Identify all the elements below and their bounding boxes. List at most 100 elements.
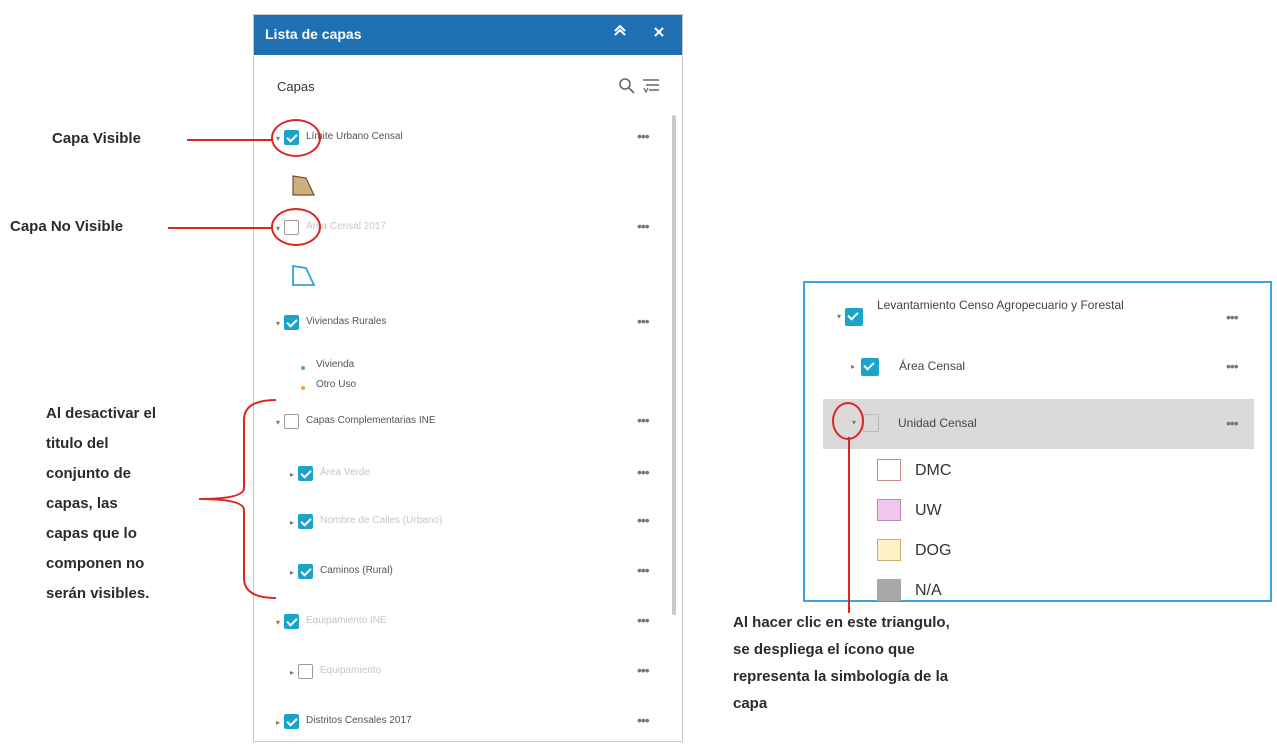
layer-label: Capas Complementarias INE bbox=[306, 415, 436, 426]
more-options-button[interactable]: ••• bbox=[637, 712, 650, 728]
more-options-button[interactable]: ••• bbox=[637, 612, 650, 628]
note-line: conjunto de bbox=[46, 465, 131, 482]
more-options-button[interactable]: ••• bbox=[1226, 358, 1239, 374]
symbol-label: N/A bbox=[915, 582, 942, 599]
chevron-up-icon[interactable] bbox=[611, 24, 629, 43]
annotation-line bbox=[187, 139, 272, 141]
symbol-swatch bbox=[877, 579, 901, 601]
caret-down-icon[interactable]: ▾ bbox=[834, 311, 844, 323]
layer-checkbox[interactable] bbox=[845, 308, 863, 326]
symbol-label: DOG bbox=[915, 542, 952, 559]
note-line: representa la simbología de la bbox=[733, 668, 949, 685]
filter-list-icon[interactable] bbox=[642, 77, 660, 95]
more-options-button[interactable]: ••• bbox=[637, 218, 650, 234]
layer-label: Área Verde bbox=[320, 467, 371, 478]
layers-subheader: Capas bbox=[277, 79, 315, 94]
annotation-circle bbox=[271, 208, 321, 246]
caret-right-icon[interactable]: ▸ bbox=[273, 717, 283, 729]
symbol-label: UW bbox=[915, 502, 942, 519]
note-line: Al desactivar el bbox=[46, 405, 157, 422]
note-line: componen no bbox=[46, 555, 145, 572]
symbol-swatch bbox=[877, 499, 901, 521]
caret-right-icon[interactable]: ▸ bbox=[287, 469, 297, 481]
layer-label: Caminos (Rural) bbox=[320, 565, 393, 576]
layer-row-caminos[interactable]: ▸ Caminos (Rural) ••• bbox=[254, 562, 674, 586]
annotation-brace bbox=[198, 399, 277, 599]
annotation-circle bbox=[271, 119, 321, 157]
symbol-swatch bbox=[877, 539, 901, 561]
layer-label: Unidad Censal bbox=[898, 416, 977, 430]
legend-label: Otro Uso bbox=[316, 379, 357, 390]
layer-row-capas-complementarias[interactable]: ▾ Capas Complementarias INE ••• bbox=[254, 412, 674, 436]
layer-checkbox[interactable] bbox=[298, 564, 313, 579]
layer-list-panel: Lista de capas Capas ▾ Límite Urbano Cen… bbox=[253, 14, 683, 742]
more-options-button[interactable]: ••• bbox=[637, 412, 650, 428]
caret-down-icon[interactable]: ▾ bbox=[273, 617, 283, 629]
legend-label: Vivienda bbox=[316, 359, 355, 370]
annotation-line bbox=[848, 437, 850, 613]
layer-row-equipamiento-ine[interactable]: ▾ Equipamiento INE ••• bbox=[254, 612, 674, 636]
layer-checkbox[interactable] bbox=[863, 414, 879, 432]
layer-row-area-verde[interactable]: ▸ Área Verde ••• bbox=[254, 464, 674, 488]
caret-right-icon[interactable]: ▸ bbox=[287, 517, 297, 529]
panel-header: Lista de capas bbox=[254, 15, 682, 55]
annotation-line bbox=[168, 227, 272, 229]
symbol-swatch bbox=[877, 459, 901, 481]
green-dot-icon bbox=[301, 366, 305, 370]
caret-down-icon[interactable]: ▾ bbox=[273, 318, 283, 330]
more-options-button[interactable]: ••• bbox=[637, 464, 650, 480]
layer-checkbox[interactable] bbox=[284, 714, 299, 729]
more-options-button[interactable]: ••• bbox=[1226, 309, 1239, 325]
layer-label: Equipamiento bbox=[320, 665, 382, 676]
layer-checkbox[interactable] bbox=[284, 614, 299, 629]
polygon-outline-symbol-icon bbox=[290, 263, 316, 294]
more-options-button[interactable]: ••• bbox=[637, 562, 650, 578]
annotation-capa-no-visible: Capa No Visible bbox=[10, 218, 124, 235]
note-line: titulo del bbox=[46, 435, 109, 452]
annotation-triangle-note: Al hacer clic en este triangulo, se desp… bbox=[733, 609, 1053, 717]
note-line: Al hacer clic en este triangulo, bbox=[733, 614, 950, 631]
layer-checkbox[interactable] bbox=[284, 315, 299, 330]
layer-checkbox[interactable] bbox=[298, 466, 313, 481]
symbol-label: DMC bbox=[915, 462, 952, 479]
orange-dot-icon bbox=[301, 386, 305, 390]
layer-row-viviendas-rurales[interactable]: ▾ Viviendas Rurales ••• bbox=[254, 313, 674, 337]
inset-row-area-censal[interactable]: ▸ Área Censal ••• bbox=[805, 355, 1270, 381]
layer-checkbox[interactable] bbox=[861, 358, 879, 376]
layer-checkbox[interactable] bbox=[284, 414, 299, 429]
layer-label: Equipamiento INE bbox=[306, 615, 387, 626]
polygon-symbol-icon bbox=[290, 173, 316, 204]
search-icon[interactable] bbox=[618, 77, 636, 95]
note-line: capas, las bbox=[46, 495, 118, 512]
layer-label: Nombre de Calles (Urbano) bbox=[320, 515, 443, 526]
panel-title: Lista de capas bbox=[265, 26, 362, 42]
more-options-button[interactable]: ••• bbox=[1226, 415, 1239, 431]
caret-right-icon[interactable]: ▸ bbox=[287, 667, 297, 679]
annotation-group-note: Al desactivar el titulo del conjunto de … bbox=[46, 399, 221, 609]
more-options-button[interactable]: ••• bbox=[637, 128, 650, 144]
caret-right-icon[interactable]: ▸ bbox=[848, 361, 858, 373]
layer-label: Levantamiento Censo Agropecuario y Fores… bbox=[877, 298, 1124, 312]
scrollbar[interactable] bbox=[672, 115, 676, 615]
inset-row-unidad-censal[interactable]: ▾ Unidad Censal ••• bbox=[823, 399, 1254, 449]
note-line: capas que lo bbox=[46, 525, 137, 542]
note-line: se despliega el ícono que bbox=[733, 641, 915, 658]
note-line: serán visibles. bbox=[46, 585, 150, 602]
inset-row-levantamiento[interactable]: ▾ Levantamiento Censo Agropecuario y For… bbox=[805, 295, 1270, 335]
annotation-circle bbox=[832, 402, 864, 440]
layer-label: Viviendas Rurales bbox=[306, 316, 387, 327]
layer-checkbox[interactable] bbox=[298, 664, 313, 679]
layer-row-distritos-censales[interactable]: ▸ Distritos Censales 2017 ••• bbox=[254, 712, 674, 736]
layer-row-equipamiento[interactable]: ▸ Equipamiento ••• bbox=[254, 662, 674, 686]
legend-inset-panel: ▾ Levantamiento Censo Agropecuario y For… bbox=[803, 281, 1272, 602]
close-icon[interactable] bbox=[650, 25, 668, 43]
annotation-capa-visible: Capa Visible bbox=[52, 130, 141, 147]
layer-row-nombre-calles[interactable]: ▸ Nombre de Calles (Urbano) ••• bbox=[254, 512, 674, 536]
caret-right-icon[interactable]: ▸ bbox=[287, 567, 297, 579]
layer-checkbox[interactable] bbox=[298, 514, 313, 529]
more-options-button[interactable]: ••• bbox=[637, 313, 650, 329]
note-line: capa bbox=[733, 695, 768, 712]
more-options-button[interactable]: ••• bbox=[637, 662, 650, 678]
more-options-button[interactable]: ••• bbox=[637, 512, 650, 528]
layer-label: Distritos Censales 2017 bbox=[306, 715, 412, 726]
